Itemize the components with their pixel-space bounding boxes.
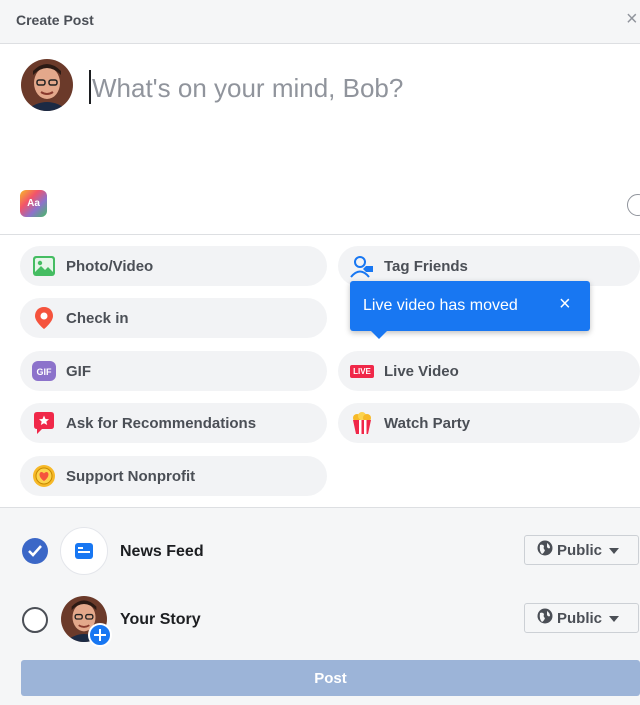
checkmark-icon <box>28 545 42 557</box>
live-video-label: Live Video <box>384 362 459 380</box>
dialog-header: Create Post × <box>0 0 640 44</box>
ask-recommendations-label: Ask for Recommendations <box>66 414 257 432</box>
check-in-label: Check in <box>66 309 129 327</box>
popcorn-icon <box>350 411 374 435</box>
live-video-button[interactable]: LIVE Live Video <box>338 351 640 391</box>
composer-area: Aa <box>0 44 640 235</box>
tag-friends-icon <box>350 254 374 278</box>
news-feed-label: News Feed <box>120 543 204 560</box>
news-feed-checkbox[interactable] <box>22 538 48 564</box>
your-story-label: Your Story <box>120 611 201 628</box>
dialog-title: Create Post <box>16 12 94 28</box>
gif-icon: GIF <box>32 359 56 383</box>
photo-video-label: Photo/Video <box>66 257 154 275</box>
emoji-icon[interactable] <box>627 194 640 216</box>
live-video-tooltip: Live video has moved × <box>350 281 590 339</box>
tag-friends-label: Tag Friends <box>384 257 468 275</box>
check-in-button[interactable]: Check in <box>20 298 327 338</box>
post-button-label: Post <box>314 669 347 687</box>
watch-party-label: Watch Party <box>384 414 471 432</box>
globe-icon <box>537 540 553 561</box>
location-pin-icon <box>32 306 56 330</box>
support-nonprofit-button[interactable]: Support Nonprofit <box>20 456 327 496</box>
tag-friends-button[interactable]: Tag Friends <box>338 246 640 286</box>
add-story-icon <box>88 623 112 647</box>
gif-button[interactable]: GIF GIF <box>20 351 327 391</box>
news-feed-icon <box>60 527 108 575</box>
chevron-down-icon <box>609 541 620 559</box>
photo-icon <box>32 254 56 278</box>
post-button[interactable]: Post <box>21 660 640 696</box>
gif-label: GIF <box>66 362 91 380</box>
avatar <box>21 59 73 111</box>
your-story-privacy-selector[interactable]: Public <box>524 603 639 633</box>
live-badge: LIVE <box>350 364 374 378</box>
svg-text:GIF: GIF <box>37 367 53 377</box>
recommendation-icon <box>32 411 56 435</box>
news-feed-privacy-selector[interactable]: Public <box>524 535 639 565</box>
text-cursor <box>89 70 91 104</box>
tooltip-close-icon[interactable]: × <box>559 294 571 314</box>
news-feed-privacy-label: Public <box>557 541 603 559</box>
photo-video-button[interactable]: Photo/Video <box>20 246 327 286</box>
nonprofit-heart-icon <box>32 464 56 488</box>
tooltip-text: Live video has moved <box>363 297 518 314</box>
your-story-privacy-label: Public <box>557 609 603 627</box>
ask-recommendations-button[interactable]: Ask for Recommendations <box>20 403 327 443</box>
post-text-input[interactable] <box>92 68 612 108</box>
watch-party-button[interactable]: Watch Party <box>338 403 640 443</box>
your-story-checkbox[interactable] <box>22 607 48 633</box>
support-nonprofit-label: Support Nonprofit <box>66 467 196 485</box>
close-icon[interactable]: × <box>626 9 638 29</box>
chevron-down-icon <box>609 609 620 627</box>
text-format-button[interactable]: Aa <box>20 190 47 217</box>
text-format-label: Aa <box>27 198 40 209</box>
globe-icon <box>537 608 553 629</box>
live-icon: LIVE <box>350 359 374 383</box>
